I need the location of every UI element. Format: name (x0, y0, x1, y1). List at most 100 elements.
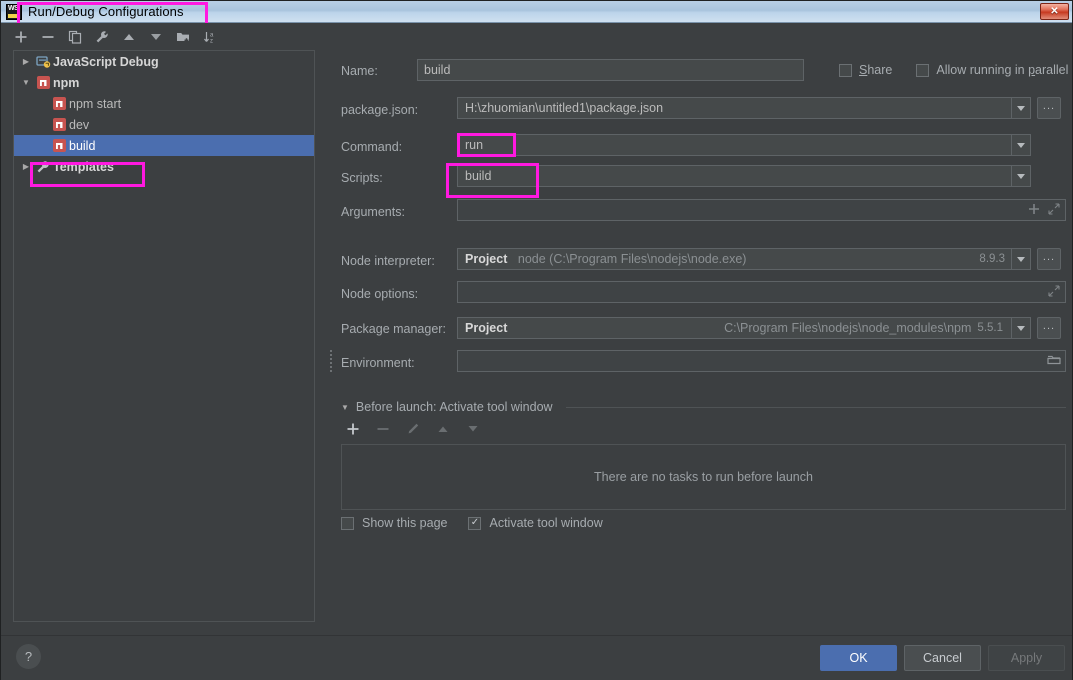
tree-item-label: Templates (53, 159, 114, 174)
chevron-down-icon[interactable] (1011, 98, 1030, 118)
before-launch-title: Before launch: Activate tool window (355, 400, 553, 414)
package-json-value: H:\zhuomian\untitled1\package.json (465, 101, 664, 115)
command-label: Command: (341, 140, 403, 154)
node-interpreter-version: 8.9.3 (979, 253, 1005, 265)
separator (565, 406, 1066, 408)
configurations-panel: a z ▶ JavaScript Debug ▼ npm npm start d… (1, 23, 327, 635)
tree-item-npm-start[interactable]: npm start (14, 93, 314, 114)
chevron-right-icon[interactable]: ▶ (18, 162, 34, 171)
move-up-button[interactable] (121, 29, 137, 45)
create-folder-button[interactable] (175, 29, 191, 45)
chevron-down-icon[interactable] (1011, 249, 1030, 269)
command-value: run (465, 138, 484, 152)
package-manager-browse-button[interactable]: ... (1037, 317, 1061, 339)
chevron-down-icon[interactable]: ▼ (341, 403, 349, 412)
name-input[interactable]: build (417, 59, 804, 81)
tree-item-label: JavaScript Debug (53, 54, 159, 69)
remove-configuration-button[interactable] (40, 29, 56, 45)
node-interpreter-browse-button[interactable]: ... (1037, 248, 1061, 270)
window-title: Run/Debug Configurations (28, 4, 184, 19)
package-manager-combo[interactable]: Project C:\Program Files\nodejs\node_mod… (457, 317, 1031, 339)
share-label: Share (859, 63, 893, 77)
package-manager-label: Package manager: (341, 322, 446, 336)
expand-icon[interactable] (1048, 285, 1060, 300)
tree-item-build[interactable]: build (14, 135, 314, 156)
configurations-tree[interactable]: ▶ JavaScript Debug ▼ npm npm start dev b… (13, 50, 315, 622)
environment-label: Environment: (341, 356, 415, 370)
node-options-label: Node options: (341, 287, 419, 301)
chevron-down-icon[interactable] (1011, 318, 1030, 338)
show-this-page-label: Show this page (362, 516, 448, 530)
wrench-icon (34, 160, 52, 174)
scripts-label: Scripts: (341, 171, 383, 185)
edit-task-button (405, 421, 421, 437)
add-task-button[interactable] (345, 421, 361, 437)
edit-templates-button[interactable] (94, 29, 110, 45)
before-launch-header[interactable]: ▼ Before launch: Activate tool window (341, 400, 1066, 414)
javascript-debug-icon (34, 55, 52, 69)
package-manager-version: 5.5.1 (977, 322, 1003, 334)
node-interpreter-scope: Project (465, 252, 508, 266)
package-json-label: package.json: (341, 103, 419, 117)
arguments-label: Arguments: (341, 205, 405, 219)
close-icon[interactable]: ✕ (1040, 3, 1069, 20)
tree-item-label: build (69, 138, 96, 153)
tree-item-label: npm start (69, 96, 122, 111)
chevron-right-icon[interactable]: ▶ (18, 57, 34, 66)
activate-tool-window-checkbox[interactable]: ✓ (468, 516, 482, 530)
options-checkbox-group: Share Allow running in parallel (839, 63, 1068, 77)
allow-parallel-checkbox[interactable] (916, 63, 930, 77)
name-label: Name: (341, 64, 378, 78)
move-task-up-button (435, 421, 451, 437)
package-json-browse-button[interactable]: ... (1037, 97, 1061, 119)
sort-configurations-button[interactable]: a z (202, 29, 218, 45)
ok-button[interactable]: OK (820, 645, 897, 671)
move-task-down-button (465, 421, 481, 437)
tree-item-javascript-debug[interactable]: ▶ JavaScript Debug (14, 51, 314, 72)
show-this-page-checkbox[interactable]: ✓ (341, 516, 354, 530)
before-launch-empty-text: There are no tasks to run before launch (594, 470, 813, 484)
add-configuration-button[interactable] (13, 29, 29, 45)
npm-icon (50, 118, 68, 131)
npm-icon (50, 139, 68, 152)
dialog-body: a z ▶ JavaScript Debug ▼ npm npm start d… (1, 23, 1072, 680)
tree-item-label: dev (69, 117, 90, 132)
dialog-footer: ? OK Cancel Apply (1, 635, 1072, 680)
expand-icon[interactable] (1048, 203, 1060, 218)
node-interpreter-combo[interactable]: Project node (C:\Program Files\nodejs\no… (457, 248, 1031, 270)
cancel-button[interactable]: Cancel (904, 645, 981, 671)
node-options-input[interactable] (457, 281, 1066, 303)
node-interpreter-label: Node interpreter: (341, 254, 435, 268)
scripts-combo[interactable]: build (457, 165, 1031, 187)
copy-configuration-button[interactable] (67, 29, 83, 45)
command-combo[interactable]: run (457, 134, 1031, 156)
node-interpreter-value: node (C:\Program Files\nodejs\node.exe) (517, 252, 747, 266)
tree-item-templates[interactable]: ▶ Templates (14, 156, 314, 177)
before-launch-checkbox-group: ✓ Show this page ✓ Activate tool window (341, 516, 603, 530)
folder-icon[interactable] (1047, 354, 1061, 369)
move-down-button[interactable] (148, 29, 164, 45)
before-launch-task-list[interactable]: There are no tasks to run before launch (341, 444, 1066, 510)
scripts-value: build (465, 169, 492, 183)
tree-item-dev[interactable]: dev (14, 114, 314, 135)
package-manager-path: C:\Program Files\nodejs\node_modules\npm (724, 321, 972, 335)
title-bar: WS Run/Debug Configurations ✕ (1, 1, 1072, 26)
panel-splitter[interactable] (328, 348, 333, 374)
package-manager-scope: Project (465, 321, 508, 335)
package-json-combo[interactable]: H:\zhuomian\untitled1\package.json (457, 97, 1031, 119)
configuration-form: Name: build Share Allow running in paral… (335, 23, 1070, 635)
remove-task-button (375, 421, 391, 437)
apply-button[interactable]: Apply (988, 645, 1065, 671)
chevron-down-icon[interactable]: ▼ (18, 78, 34, 87)
chevron-down-icon[interactable] (1011, 166, 1030, 186)
help-button[interactable]: ? (16, 644, 41, 669)
allow-parallel-label: Allow running in parallel (936, 63, 1069, 77)
chevron-down-icon[interactable] (1011, 135, 1030, 155)
environment-input[interactable] (457, 350, 1066, 372)
arguments-input[interactable] (457, 199, 1066, 221)
tree-item-npm[interactable]: ▼ npm (14, 72, 314, 93)
svg-text:z: z (210, 38, 213, 44)
activate-tool-window-label: Activate tool window (489, 516, 603, 530)
plus-icon[interactable] (1028, 203, 1040, 218)
share-checkbox[interactable] (839, 63, 852, 77)
